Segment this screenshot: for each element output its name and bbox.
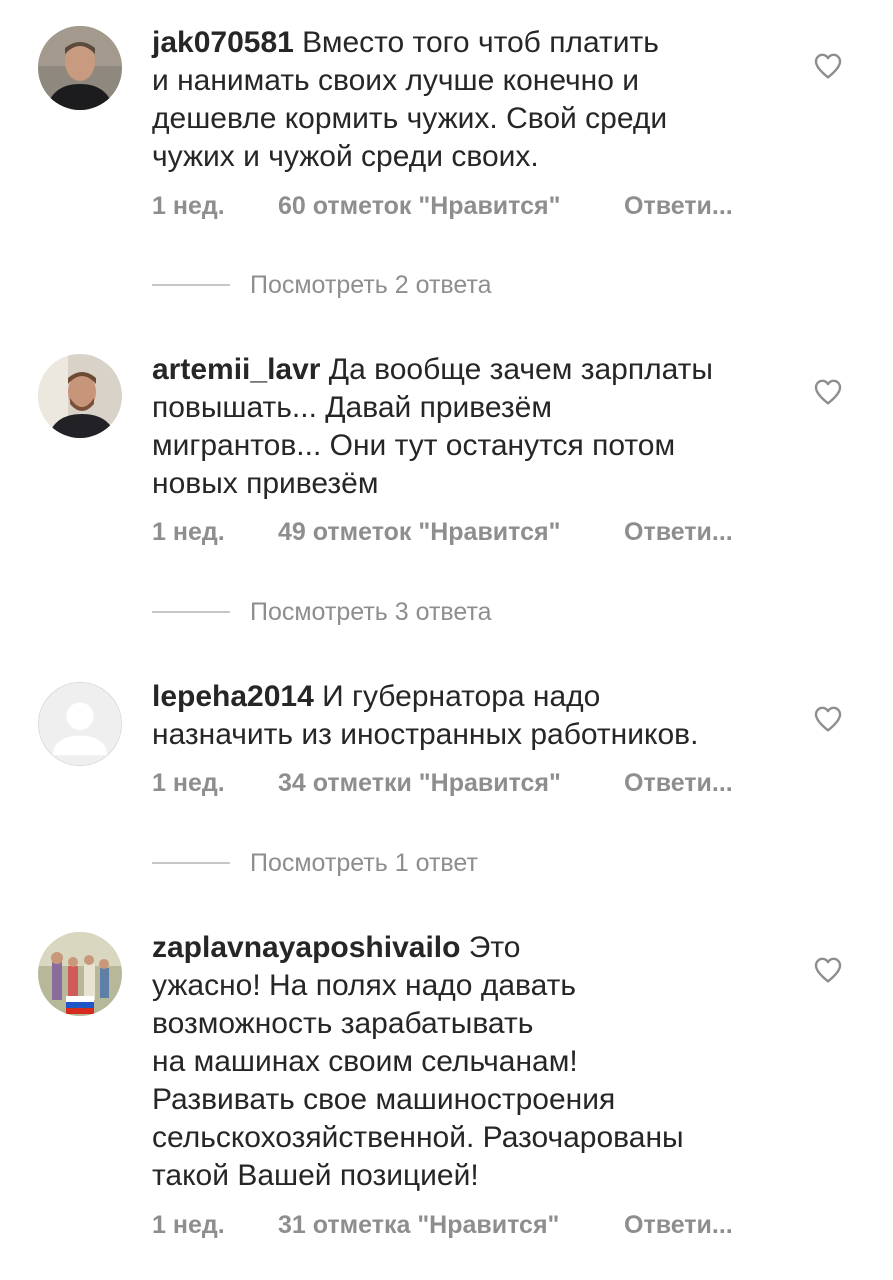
heart-icon[interactable]	[812, 703, 844, 735]
comment-time: 1 нед.	[152, 769, 225, 797]
likes-count[interactable]: 31 отметка "Нравится"	[278, 1211, 559, 1240]
comment-line: повышать... Давай привезём	[152, 391, 552, 424]
replies-divider	[152, 284, 230, 286]
view-replies-label: Посмотреть 1 ответ	[250, 848, 478, 877]
comment-line: Развивать свое машиностроения	[152, 1083, 616, 1116]
comment-line: zaplavnayaposhivailo Это	[152, 931, 521, 964]
comment-username[interactable]: jak070581	[152, 26, 294, 59]
reply-button[interactable]: Ответи...	[624, 1211, 733, 1240]
likes-count[interactable]: 34 отметки "Нравится"	[278, 769, 561, 798]
reply-button[interactable]: Ответи...	[624, 769, 733, 798]
comment-time: 1 нед.	[152, 518, 225, 546]
heart-icon[interactable]	[812, 50, 844, 82]
heart-icon[interactable]	[812, 954, 844, 986]
view-replies-button[interactable]: Посмотреть 1 ответ	[152, 848, 478, 878]
comment-time: 1 нед.	[152, 192, 225, 220]
comment-line: lepeha2014 И губернатора надо	[152, 680, 601, 713]
replies-divider	[152, 611, 230, 613]
comment-line: и нанимать своих лучше конечно и	[152, 64, 640, 97]
user-photo-icon	[38, 26, 122, 110]
comment-username[interactable]: zaplavnayaposhivailo	[152, 931, 460, 964]
comment-time: 1 нед.	[152, 1211, 225, 1239]
comment-line: чужих и чужой среди своих.	[152, 140, 539, 173]
reply-button[interactable]: Ответи...	[624, 518, 733, 547]
likes-count[interactable]: 49 отметок "Нравится"	[278, 518, 560, 547]
comment-line: такой Вашей позицией!	[152, 1159, 479, 1192]
avatar[interactable]	[38, 682, 122, 766]
comment-username[interactable]: lepeha2014	[152, 680, 314, 713]
heart-icon[interactable]	[812, 376, 844, 408]
view-replies-label: Посмотреть 2 ответа	[250, 270, 492, 299]
replies-divider	[152, 862, 230, 864]
likes-count[interactable]: 60 отметок "Нравится"	[278, 192, 560, 221]
user-photo-icon	[38, 932, 122, 1016]
comment-line: ужасно! На полях надо давать	[152, 969, 577, 1002]
avatar[interactable]	[38, 354, 122, 438]
avatar[interactable]	[38, 932, 122, 1016]
comment-line: назначить из иностранных работников.	[152, 718, 699, 751]
view-replies-button[interactable]: Посмотреть 2 ответа	[152, 270, 492, 300]
comment-line: на машинах своим сельчанам!	[152, 1045, 578, 1078]
avatar[interactable]	[38, 26, 122, 110]
comment-line: jak070581 Вместо того чтоб платить	[152, 26, 659, 59]
view-replies-button[interactable]: Посмотреть 3 ответа	[152, 597, 492, 627]
user-photo-icon	[38, 354, 122, 438]
comment-username[interactable]: artemii_lavr	[152, 353, 320, 386]
default-avatar-icon	[39, 683, 121, 765]
comment-line: artemii_lavr Да вообще зачем зарплаты	[152, 353, 713, 386]
comment-line: сельскохозяйственной. Разочарованы	[152, 1121, 684, 1154]
comment-line: новых привезём	[152, 467, 379, 500]
reply-button[interactable]: Ответи...	[624, 192, 733, 221]
view-replies-label: Посмотреть 3 ответа	[250, 597, 492, 626]
comment-line: мигрантов... Они тут останутся потом	[152, 429, 676, 462]
comment-line: дешевле кормить чужих. Свой среди	[152, 102, 668, 135]
comment-line: возможность зарабатывать	[152, 1007, 534, 1040]
